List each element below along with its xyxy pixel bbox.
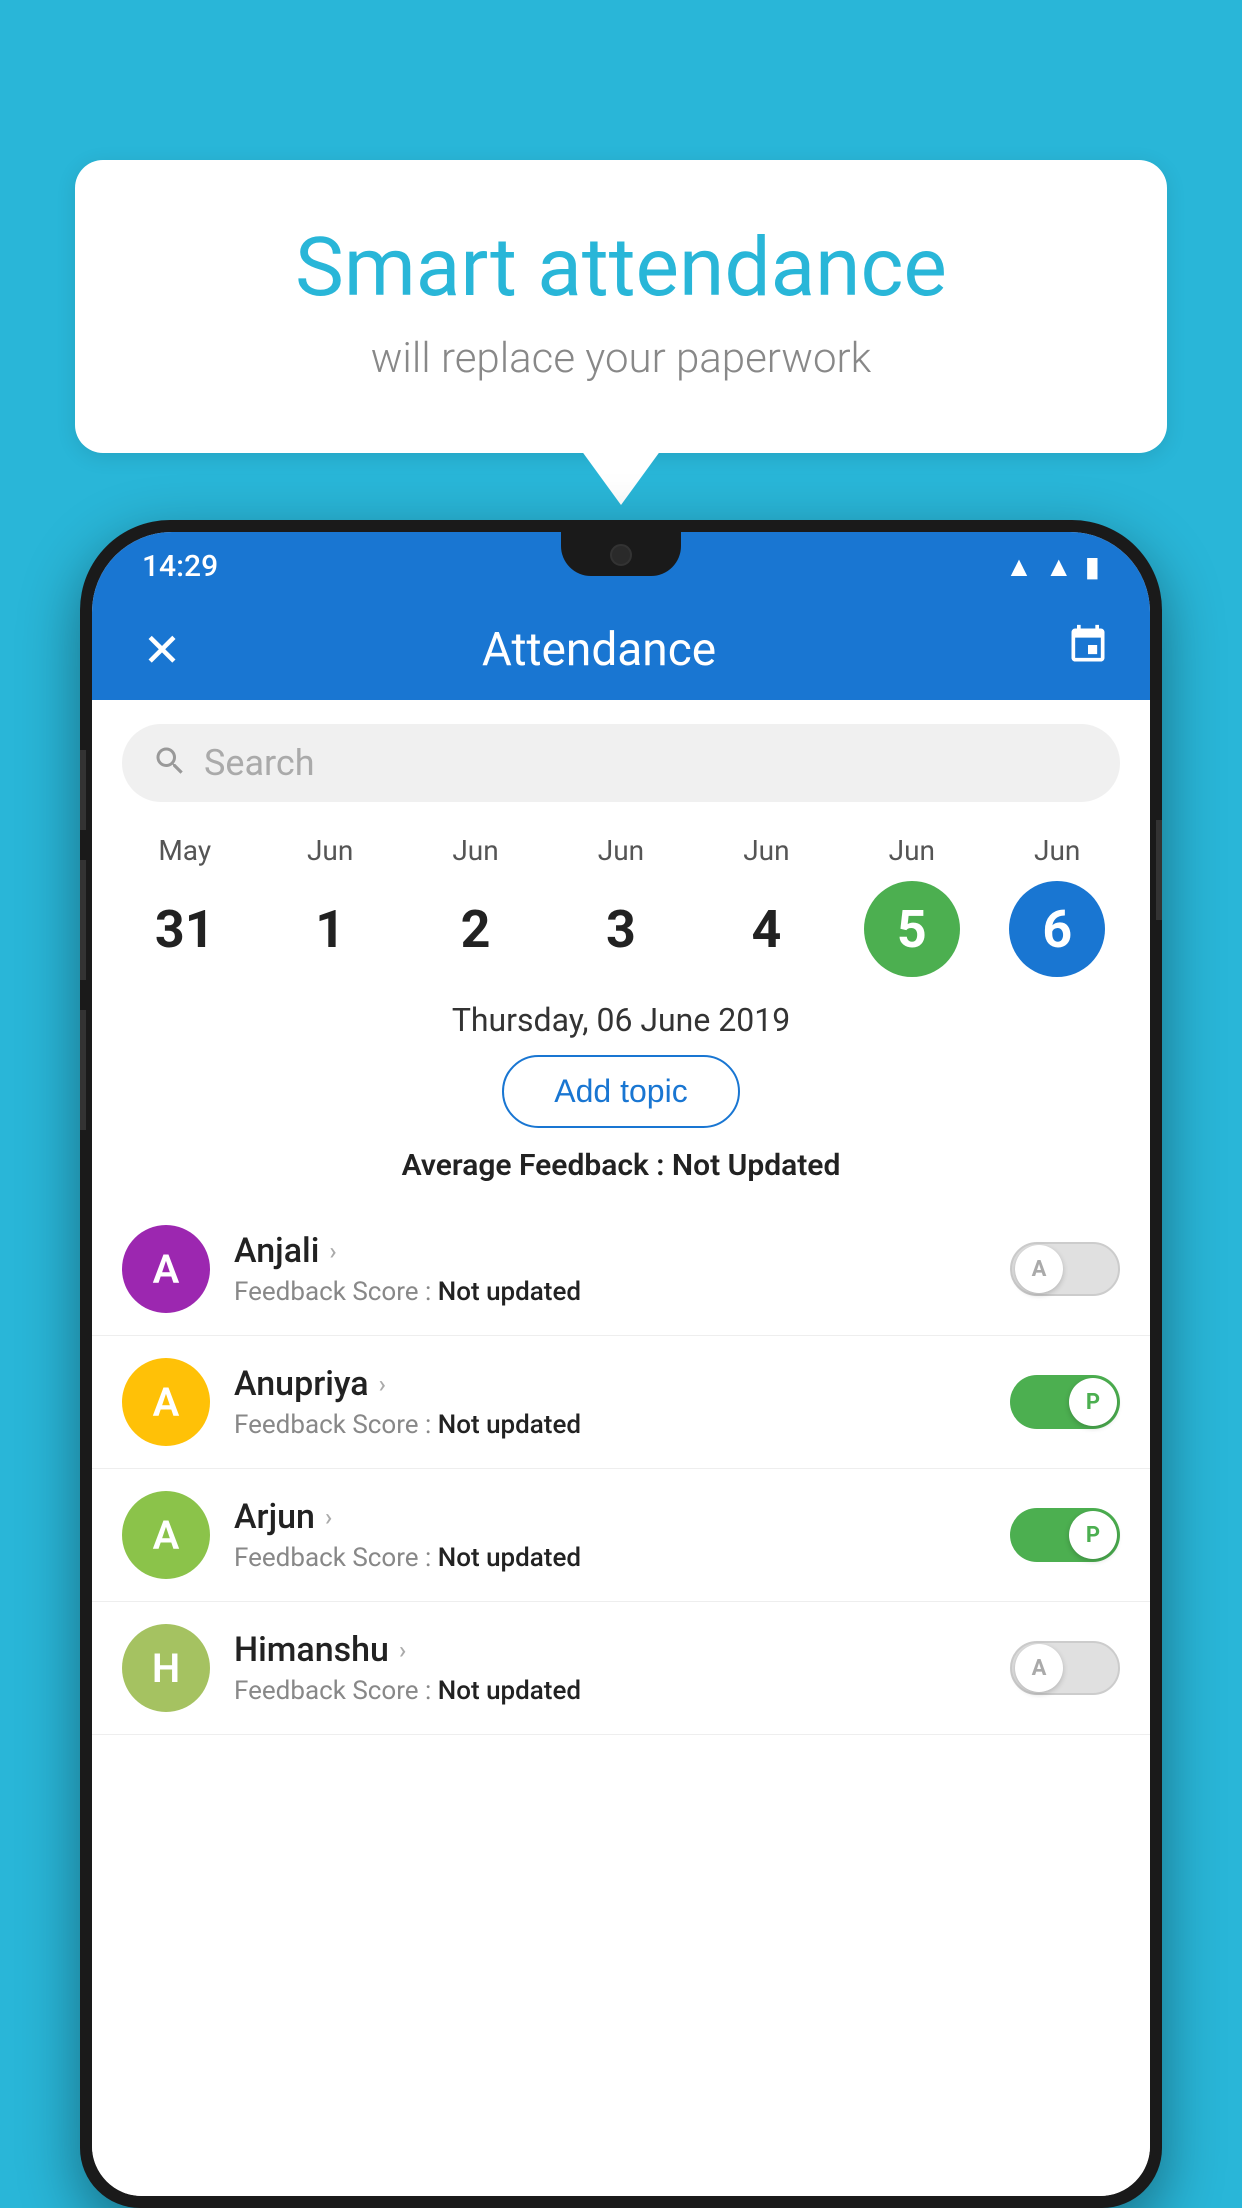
toggle-knob: P [1069,1378,1117,1426]
speech-bubble-container: Smart attendance will replace your paper… [75,160,1167,453]
student-name: Arjun › [234,1497,1010,1537]
avatar: A [122,1225,210,1313]
feedback-score: Feedback Score : Not updated [234,1277,1010,1307]
phone-screen: 14:29 ▲ ▲ ▮ ✕ Attendance [92,532,1150,2196]
chevron-right-icon: › [325,1503,332,1531]
status-bar: 14:29 ▲ ▲ ▮ [92,532,1150,600]
student-item[interactable]: AAnjali ›Feedback Score : Not updatedA [92,1203,1150,1336]
cal-month-label: Jun [452,834,498,867]
calendar-icon[interactable] [1066,623,1110,678]
avg-feedback-label: Average Feedback : [402,1148,672,1183]
student-item[interactable]: A Arjun › Feedback Score : Not updated P [92,1469,1150,1602]
feedback-value: Not updated [438,1410,581,1440]
cal-date-number: 6 [1009,881,1105,977]
attendance-toggle[interactable]: P [1010,1508,1120,1562]
cal-date-number: 31 [137,881,233,977]
chevron-right-icon: › [329,1237,336,1265]
student-name: Himanshu › [234,1630,1010,1670]
toggle-knob: A [1015,1644,1063,1692]
toggle-knob: A [1015,1245,1063,1293]
feedback-score: Feedback Score : Not updated [234,1410,1010,1440]
avg-feedback: Average Feedback : Not Updated [92,1148,1150,1183]
search-placeholder: Search [204,742,315,784]
calendar-day[interactable]: Jun 5 [852,834,972,977]
bubble-subtitle: will replace your paperwork [155,334,1087,383]
status-icons: ▲ ▲ ▮ [1005,550,1100,583]
calendar-day[interactable]: Jun 3 [561,834,681,977]
cal-month-label: Jun [889,834,935,867]
cal-month-label: Jun [598,834,644,867]
feedback-score: Feedback Score : Not updated [234,1676,1010,1706]
calendar-day[interactable]: Jun 1 [270,834,390,977]
chevron-right-icon: › [379,1370,386,1398]
content-area: Search May 31 Jun 1 Jun 2 Jun 3 Jun 4 Jun 5 Jun 6 Thu… [92,700,1150,2196]
cal-date-number: 5 [864,881,960,977]
front-camera [610,544,632,566]
student-name: Anjali › [234,1231,1010,1271]
cal-date-number: 2 [428,881,524,977]
app-bar-title: Attendance [222,623,976,677]
calendar-day[interactable]: May 31 [125,834,245,977]
toggle-knob: P [1069,1511,1117,1559]
feedback-score: Feedback Score : Not updated [234,1543,1010,1573]
search-bar[interactable]: Search [122,724,1120,802]
student-info: Arjun › Feedback Score : Not updated [234,1497,1010,1573]
status-time: 14:29 [142,549,218,584]
notch [561,532,681,576]
toggle-container[interactable]: P [1010,1375,1120,1429]
wifi-icon: ▲ [1005,550,1033,583]
app-bar: ✕ Attendance [92,600,1150,700]
toggle-container[interactable]: A [1010,1641,1120,1695]
volume-up-button [80,860,86,980]
battery-icon: ▮ [1085,550,1100,583]
volume-silent-button [80,750,86,830]
cal-month-label: May [158,834,211,867]
chevron-right-icon: › [399,1636,406,1664]
feedback-value: Not updated [438,1676,581,1706]
close-button[interactable]: ✕ [132,623,192,678]
avg-feedback-value: Not Updated [672,1148,840,1183]
speech-bubble: Smart attendance will replace your paper… [75,160,1167,453]
cal-month-label: Jun [743,834,789,867]
volume-down-button [80,1010,86,1130]
student-list: AAnjali ›Feedback Score : Not updatedAAA… [92,1203,1150,1735]
add-topic-button[interactable]: Add topic [502,1055,739,1128]
calendar-day[interactable]: Jun 4 [706,834,826,977]
phone-frame: 14:29 ▲ ▲ ▮ ✕ Attendance [80,520,1162,2208]
student-info: Anjali › Feedback Score : Not updated [234,1231,1010,1307]
cal-date-number: 4 [718,881,814,977]
cal-month-label: Jun [1034,834,1080,867]
cal-date-number: 3 [573,881,669,977]
attendance-toggle[interactable]: P [1010,1375,1120,1429]
student-item[interactable]: A Anupriya › Feedback Score : Not updated P [92,1336,1150,1469]
attendance-toggle[interactable]: A [1010,1641,1120,1695]
bubble-title: Smart attendance [155,220,1087,316]
calendar-day[interactable]: Jun 6 [997,834,1117,977]
avatar: A [122,1358,210,1446]
calendar-day[interactable]: Jun 2 [416,834,536,977]
calendar-strip: May 31 Jun 1 Jun 2 Jun 3 Jun 4 Jun 5 Jun 6 [92,818,1150,977]
toggle-container[interactable]: P [1010,1508,1120,1562]
avatar: A [122,1491,210,1579]
selected-date-label: Thursday, 06 June 2019 [92,1001,1150,1039]
cal-date-number: 1 [282,881,378,977]
student-info: Himanshu › Feedback Score : Not updated [234,1630,1010,1706]
signal-icon: ▲ [1045,550,1073,583]
attendance-toggle[interactable]: A [1010,1242,1120,1296]
feedback-value: Not updated [438,1543,581,1573]
toggle-container[interactable]: A [1010,1242,1120,1296]
power-button [1156,820,1162,920]
student-item[interactable]: H Himanshu › Feedback Score : Not updatedA [92,1602,1150,1735]
student-name: Anupriya › [234,1364,1010,1404]
cal-month-label: Jun [307,834,353,867]
avatar: H [122,1624,210,1712]
feedback-value: Not updated [438,1277,581,1307]
search-icon [152,743,188,783]
student-info: Anupriya › Feedback Score : Not updated [234,1364,1010,1440]
